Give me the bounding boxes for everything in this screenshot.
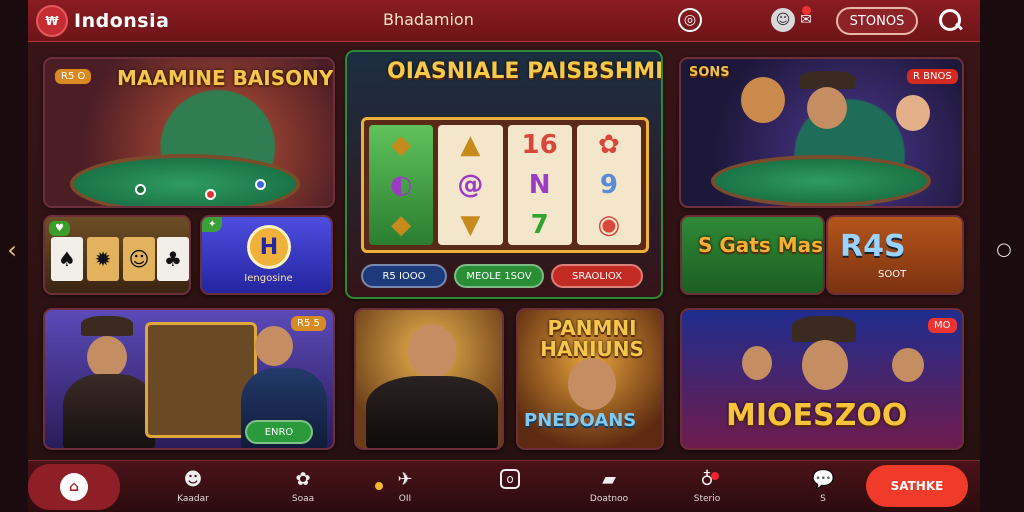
game-tile-4[interactable]: ♠ ✹ ☺ ♣ ♥ — [43, 215, 191, 295]
game-tile-1[interactable]: R5 O MAAMINE BAISONY — [43, 57, 335, 208]
tile-badge: MO — [928, 318, 957, 333]
character-face — [892, 348, 924, 382]
tile-title: MAAMINE BAISONY — [117, 66, 334, 90]
nav-item-sterio[interactable]: ♁ Sterio — [677, 469, 737, 504]
globe-icon[interactable]: ◎ — [678, 8, 702, 32]
enter-button[interactable]: ENRO — [245, 420, 313, 444]
wallet-icon: ▰ — [602, 469, 616, 490]
top-bar: ₩ Indonsia Bhadamion ◎ ☺ ✉ STONOS — [28, 0, 980, 42]
bear-character — [741, 77, 785, 123]
nav-item-square[interactable]: o — [480, 469, 540, 492]
hat-icon — [81, 316, 133, 336]
character-face — [255, 326, 293, 366]
tile-title: R4S — [840, 229, 906, 264]
hat-icon — [792, 316, 856, 342]
notification-dot — [711, 472, 719, 480]
featured-slot-tile[interactable]: OIASNIALE PAISBSHMEAIDO ◆◐◆ ▲@▼ 16N7 ✿9◉… — [345, 50, 663, 299]
tile-title: MIOESZOO — [726, 398, 908, 433]
reel: ◆ ◐ ◆ — [369, 125, 434, 245]
host-body — [366, 376, 498, 448]
avatar[interactable]: ☺ — [771, 8, 795, 32]
rocket-icon: ✈ — [397, 469, 413, 490]
tile-subtitle: Iengosine — [244, 273, 293, 284]
game-tile-6[interactable]: S Gats Masters — [680, 215, 825, 295]
host-face — [408, 324, 456, 378]
reel: 16 N 7 — [507, 125, 572, 245]
character-face — [802, 340, 848, 390]
nav-item-doatnoo[interactable]: ▰ Doatnoo — [579, 469, 639, 504]
notification-dot — [802, 6, 811, 15]
chip — [255, 179, 266, 190]
game-tile-10[interactable]: PANMNI HANIUNS PNEDOANS — [516, 308, 664, 450]
chip — [135, 184, 146, 195]
tile-badge: ✦ — [202, 217, 223, 232]
brand[interactable]: ₩ Indonsia — [36, 5, 169, 37]
page-title: Bhadamion — [383, 10, 474, 29]
mode-pill[interactable]: MEOLE 1SOV — [454, 264, 544, 288]
reel: ✿ 9 ◉ — [576, 125, 641, 245]
game-tile-8[interactable]: R5 5 ENRO — [43, 308, 335, 450]
blackjack-table — [711, 155, 931, 206]
card: ♠ — [51, 237, 83, 281]
sathke-button[interactable]: SATHKE — [866, 465, 968, 507]
tile-logo: H — [247, 225, 291, 269]
game-tile-9[interactable] — [354, 308, 504, 450]
game-tile-5[interactable]: ✦ H Iengosine — [200, 215, 333, 295]
game-tile-3[interactable]: SONS R BNOS — [679, 57, 964, 208]
nav-item-oii[interactable]: ✈ OII — [375, 469, 435, 504]
character-face — [807, 87, 847, 129]
home-icon: ⌂ — [60, 473, 88, 501]
tile-badge: R5 O — [55, 69, 92, 84]
scroll-right-icon[interactable]: ○ — [994, 238, 1014, 262]
character-body — [63, 374, 155, 448]
square-icon: o — [500, 469, 520, 489]
character-face — [568, 358, 616, 410]
character-face — [87, 336, 127, 378]
game-tile-11[interactable]: MO MIOESZOO — [680, 308, 964, 450]
tile-badge: ♥ — [49, 221, 70, 236]
game-tile-7[interactable]: R4S SOOT — [826, 215, 964, 295]
tile-subtitle: SOOT — [878, 269, 907, 280]
slot-reels: ◆ ◐ ◆ ▲ @ ▼ 16 N 7 ✿ 9 ◉ — [361, 117, 649, 253]
tile-title: PANMNI HANIUNS — [540, 316, 644, 361]
nav-item-kaadar[interactable]: ☻ Kaadar — [163, 469, 223, 504]
user-icon: ☻ — [183, 469, 203, 490]
nav-item-soaa[interactable]: ✿ Soaa — [273, 469, 333, 504]
brand-logo: ₩ — [36, 5, 68, 37]
card: ☺ — [123, 237, 155, 281]
tile-badge: R BNOS — [907, 69, 958, 84]
chip — [205, 189, 216, 200]
dice-icon: ✿ — [295, 469, 311, 490]
stonos-button[interactable]: STONOS — [836, 7, 918, 35]
nav-item-chat[interactable]: 💬 S — [793, 469, 853, 504]
card: ✹ — [87, 237, 119, 281]
home-button[interactable]: ⌂ — [28, 464, 120, 510]
chat-icon: 💬 — [812, 469, 835, 490]
scroll-left-icon[interactable]: ‹ — [2, 238, 22, 262]
tile-title: S Gats Masters — [698, 233, 824, 257]
spin-pill[interactable]: SRAOLIOX — [551, 264, 643, 288]
tile-subtitle: PNEDOANS — [524, 410, 637, 431]
card: ♣ — [157, 237, 189, 281]
search-icon[interactable] — [936, 6, 966, 36]
poker-table — [70, 154, 300, 206]
tile-badge: R5 5 — [291, 316, 326, 331]
character-face — [742, 346, 772, 380]
reel: ▲ @ ▼ — [438, 125, 503, 245]
brand-name: Indonsia — [74, 10, 170, 32]
tile-title: SONS — [689, 65, 730, 80]
bet-pill[interactable]: R5 IOOO — [361, 264, 447, 288]
bottom-nav: ⌂ ☻ Kaadar ✿ Soaa ✈ OII o ▰ Doatnoo ♁ St… — [28, 460, 980, 512]
tile-title: OIASNIALE PAISBSHMEAIDO — [387, 59, 661, 84]
character-face — [896, 95, 930, 131]
